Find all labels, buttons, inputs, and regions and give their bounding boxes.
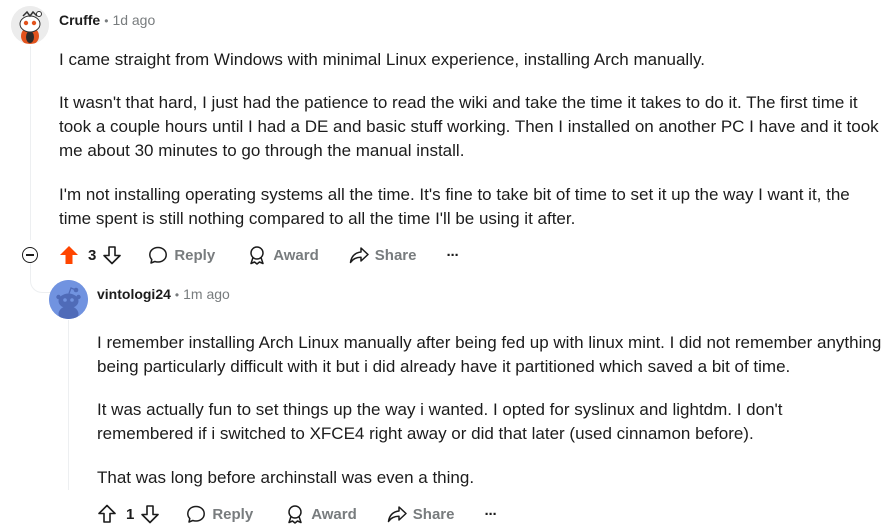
downvote-icon [103, 246, 122, 265]
comment-paragraph: I remember installing Arch Linux manuall… [97, 333, 882, 376]
upvote-icon [60, 246, 78, 264]
snoo-avatar-icon [11, 6, 49, 44]
upvote-icon [98, 504, 116, 523]
upvote-button[interactable] [97, 504, 117, 524]
author-name[interactable]: vintologi24 [97, 286, 171, 302]
comment-paragraph: It wasn't that hard, I just had the pati… [59, 93, 879, 160]
author-name[interactable]: Cruffe [59, 12, 100, 28]
more-options-button[interactable]: ··· [446, 246, 459, 264]
avatar[interactable] [49, 280, 88, 319]
comment-paragraph: I'm not installing operating systems all… [59, 185, 850, 228]
comment-paragraph: That was long before archinstall was eve… [97, 468, 475, 487]
reply-icon [187, 505, 206, 523]
award-button[interactable]: Award [285, 504, 357, 524]
vote-score: 1 [126, 505, 135, 523]
timestamp[interactable]: 1d ago [112, 12, 155, 28]
comment-actions: 1 Reply Award Share ··· [97, 498, 497, 530]
share-label: Share [412, 505, 455, 523]
upvote-button[interactable] [59, 245, 79, 265]
reply-button[interactable]: Reply [186, 504, 253, 524]
more-icon: ··· [446, 246, 459, 264]
reply-label: Reply [212, 505, 254, 523]
comment-actions: 3 Reply Award Share ··· [59, 239, 459, 271]
award-label: Award [311, 505, 357, 523]
downvote-icon [141, 505, 160, 524]
share-icon [349, 247, 369, 264]
share-button[interactable]: Share [387, 504, 455, 524]
reply-label: Reply [174, 246, 216, 264]
separator-dot: • [174, 288, 180, 302]
comment-paragraph: I came straight from Windows with minima… [59, 50, 705, 69]
reply-icon [149, 246, 168, 264]
comment-paragraph: It was actually fun to set things up the… [97, 400, 783, 443]
timestamp[interactable]: 1m ago [183, 286, 230, 302]
vote-score: 3 [88, 246, 97, 264]
separator-dot: • [104, 14, 109, 28]
thread-line [68, 320, 69, 490]
award-label: Award [273, 246, 319, 264]
more-icon: ··· [484, 505, 497, 523]
more-options-button[interactable]: ··· [484, 505, 497, 523]
award-icon [250, 246, 264, 265]
downvote-button[interactable] [102, 245, 122, 265]
comment-meta: vintologi24 • 1m ago [97, 286, 230, 302]
thread-line [30, 46, 31, 240]
award-button[interactable]: Award [247, 245, 319, 265]
downvote-button[interactable] [140, 504, 160, 524]
snoo-avatar-icon [49, 280, 88, 319]
avatar[interactable] [11, 6, 49, 44]
thread-connector [30, 262, 51, 293]
collapse-icon[interactable] [22, 247, 38, 263]
award-icon [288, 505, 302, 524]
reply-button[interactable]: Reply [148, 245, 215, 265]
share-icon [387, 506, 407, 523]
share-button[interactable]: Share [349, 245, 417, 265]
share-label: Share [374, 246, 417, 264]
comment-meta: Cruffe • 1d ago [59, 12, 155, 28]
